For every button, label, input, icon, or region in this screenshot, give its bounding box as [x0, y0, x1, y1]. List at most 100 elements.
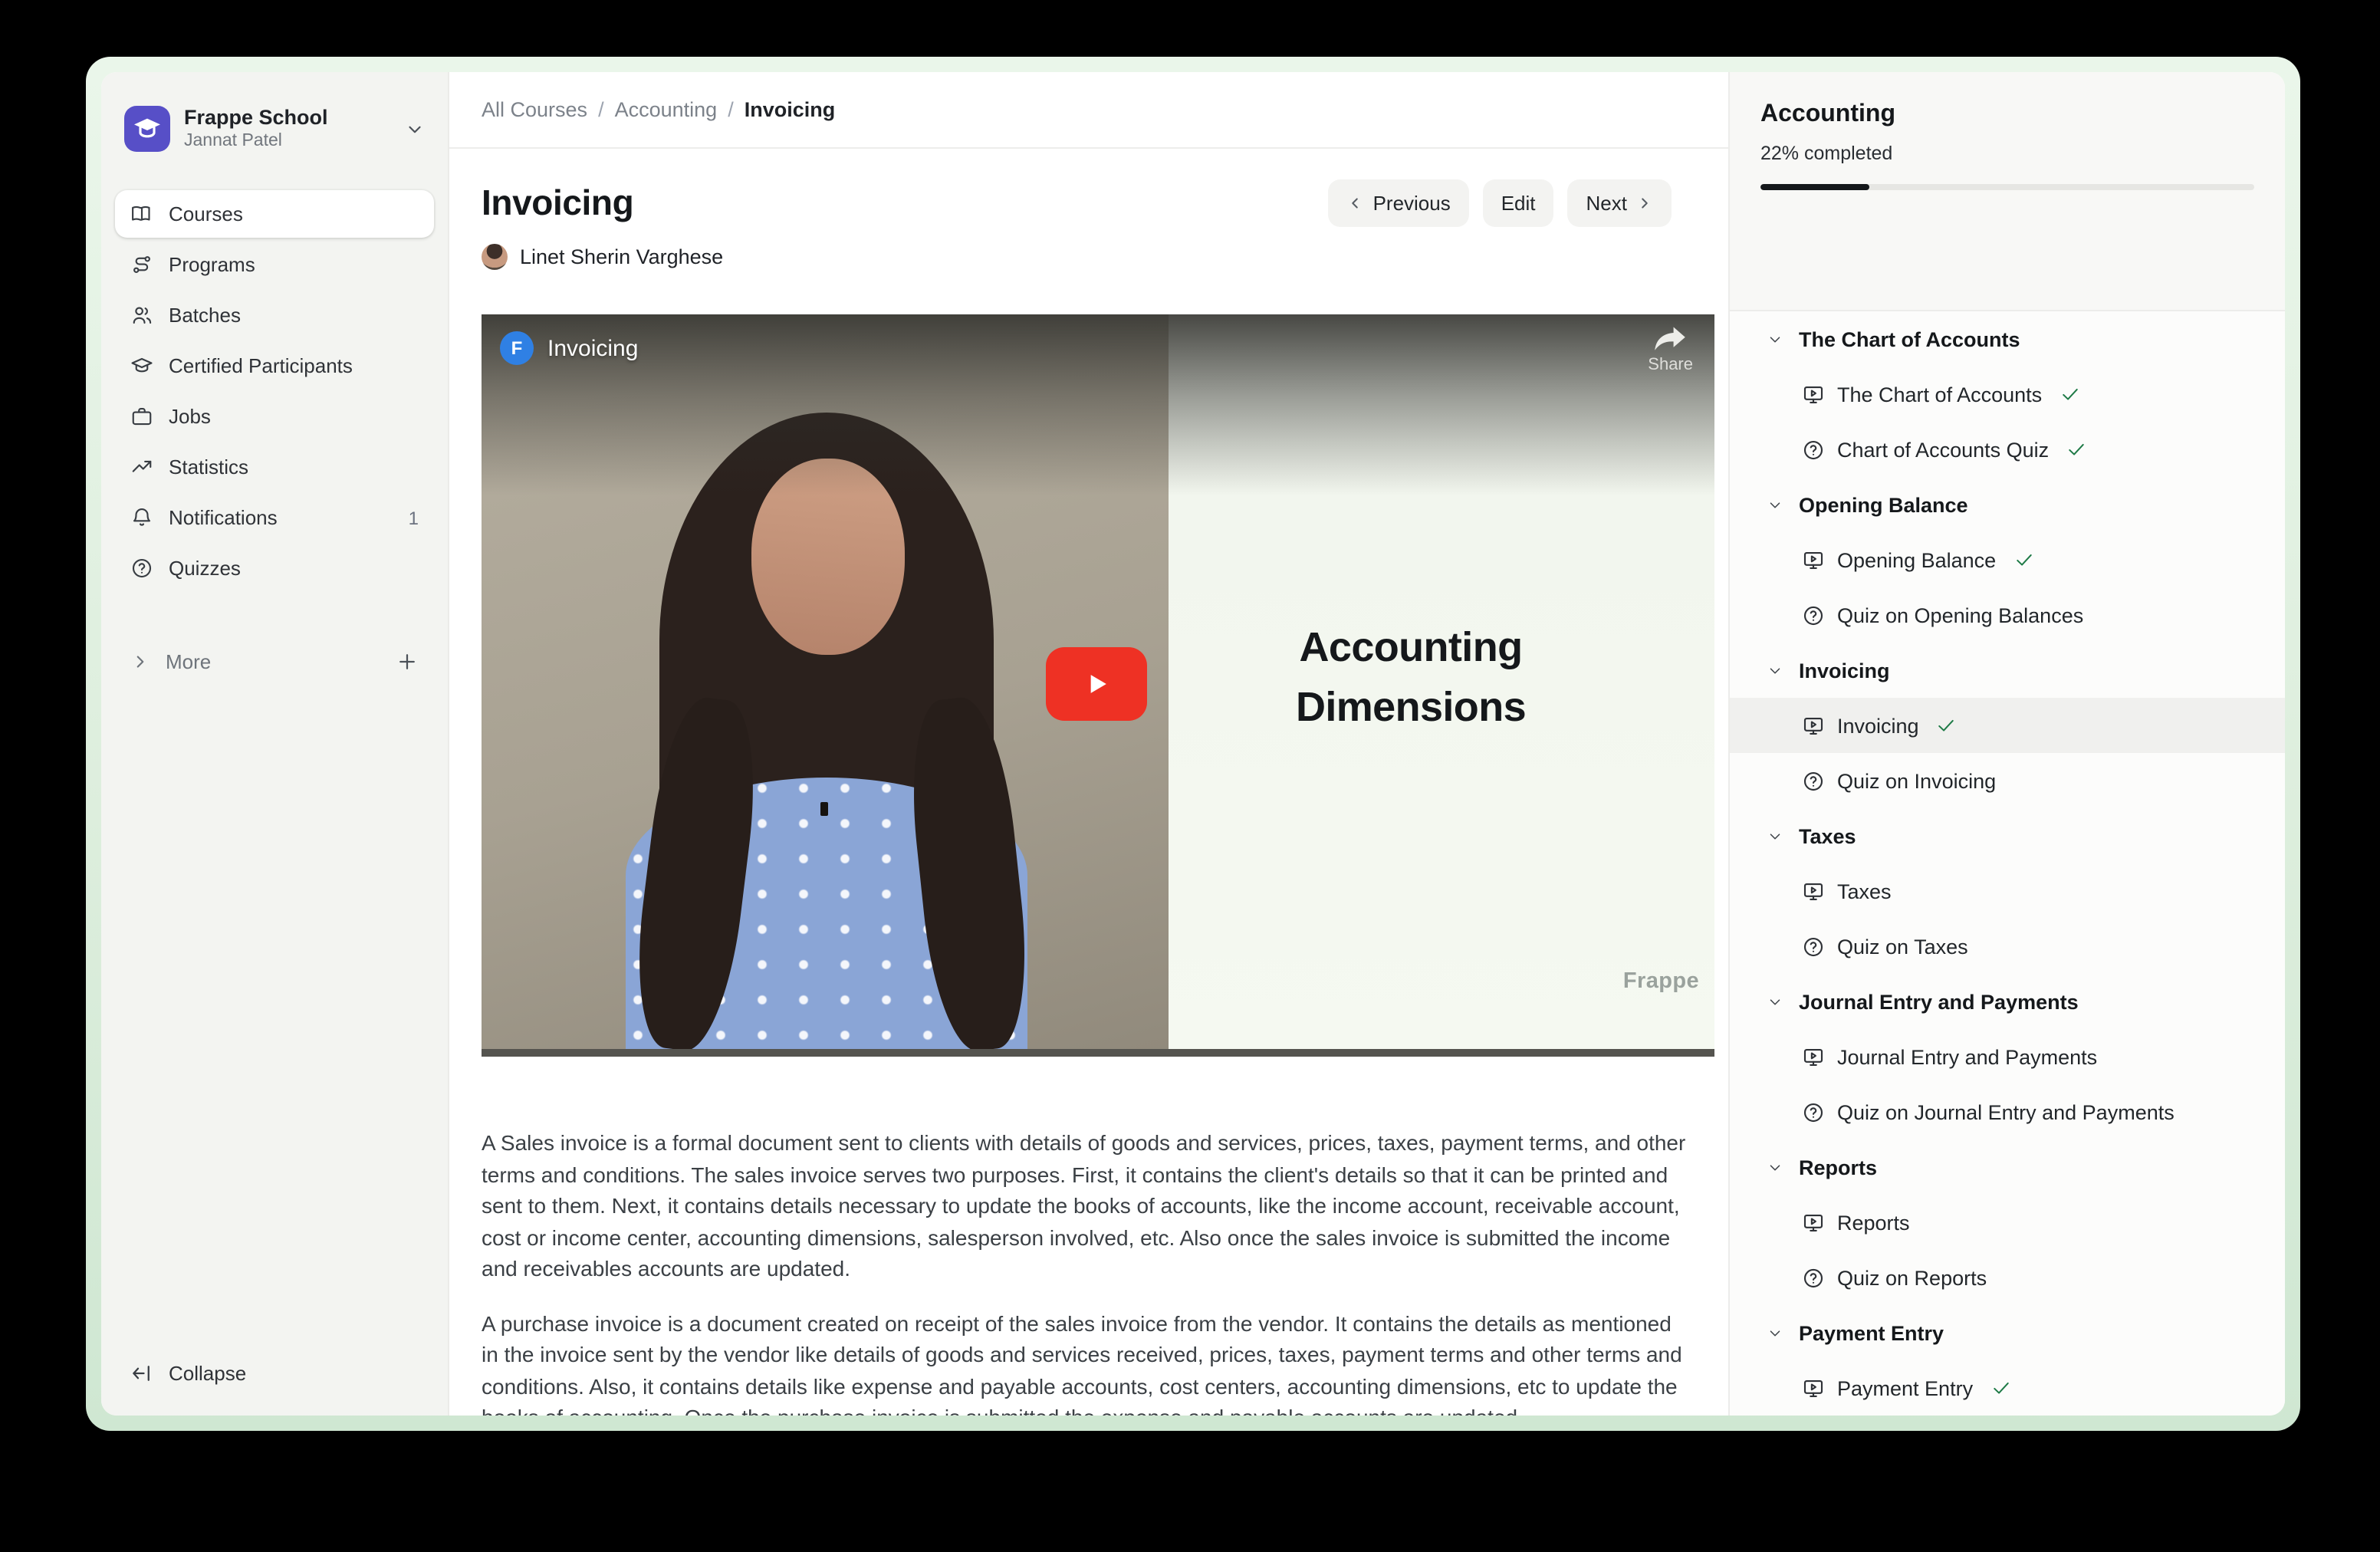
sidebar-item-label: Quizzes: [169, 557, 241, 580]
outline-section-invoicing[interactable]: Invoicing: [1730, 643, 2285, 698]
share-button[interactable]: Share: [1648, 327, 1693, 374]
sidebar-collapse-label: Collapse: [169, 1362, 246, 1385]
outline-lesson-label: Reports: [1837, 1211, 1910, 1234]
course-outline-panel: Accounting 22% completed The Chart of Ac…: [1728, 72, 2285, 1416]
route-icon: [130, 253, 153, 276]
video-lesson-icon: [1802, 548, 1825, 571]
video-slide: Accounting Dimensions Frappe: [1169, 314, 1714, 1049]
completed-check-icon: [2059, 383, 2080, 405]
sidebar-item-programs[interactable]: Programs: [115, 241, 434, 288]
sidebar-item-label: Jobs: [169, 405, 211, 428]
sidebar-item-label: Batches: [169, 304, 241, 327]
share-label: Share: [1648, 356, 1693, 374]
outline-lesson-chart-of-accounts-quiz[interactable]: Chart of Accounts Quiz: [1730, 422, 2285, 477]
breadcrumb-current: Invoicing: [745, 98, 836, 121]
outline-lesson-label: Quiz on Opening Balances: [1837, 603, 2083, 626]
outline-section-title: The Chart of Accounts: [1799, 327, 2020, 350]
sidebar-item-batches[interactable]: Batches: [115, 291, 434, 339]
quiz-icon: [1802, 603, 1825, 626]
chevron-right-icon: [1636, 195, 1653, 212]
outline-section-journal-entry-and-payments[interactable]: Journal Entry and Payments: [1730, 974, 2285, 1029]
outline-lesson-label: Taxes: [1837, 880, 1892, 903]
video-title[interactable]: Invoicing: [547, 335, 638, 361]
app-window: Frappe School Jannat Patel CoursesProgra…: [86, 57, 2300, 1431]
sidebar-item-notifications[interactable]: Notifications 1: [115, 494, 434, 541]
outline-lesson-label: Journal Entry and Payments: [1837, 1045, 2097, 1068]
chevron-down-icon: [405, 119, 425, 139]
next-button-label: Next: [1586, 192, 1627, 215]
outline-lesson-quiz-on-opening-balances[interactable]: Quiz on Opening Balances: [1730, 587, 2285, 643]
outline-section-reports[interactable]: Reports: [1730, 1139, 2285, 1195]
outline-lesson-label: The Chart of Accounts: [1837, 383, 2042, 406]
outline-lesson-quiz-on-invoicing[interactable]: Quiz on Invoicing: [1730, 753, 2285, 808]
frappe-school-app: Frappe School Jannat Patel CoursesProgra…: [101, 72, 2285, 1416]
chevron-down-icon: [1767, 662, 1783, 679]
outline-lesson-taxes[interactable]: Taxes: [1730, 863, 2285, 919]
chevron-right-icon: [130, 652, 150, 672]
trending-up-icon: [130, 455, 153, 478]
workspace-switcher[interactable]: Frappe School Jannat Patel: [115, 87, 434, 164]
play-button[interactable]: [1046, 647, 1147, 721]
next-button[interactable]: Next: [1568, 179, 1672, 227]
outline-lesson-invoicing[interactable]: Invoicing: [1730, 698, 2285, 753]
course-title: Accounting: [1760, 101, 2254, 129]
breadcrumb-separator: /: [728, 98, 734, 121]
channel-avatar[interactable]: F: [500, 331, 534, 365]
outline-section-title: Payment Entry: [1799, 1321, 1944, 1344]
outline-lesson-label: Quiz on Invoicing: [1837, 769, 1996, 792]
sidebar-item-certified-participants[interactable]: Certified Participants: [115, 342, 434, 390]
outline-section-payment-entry[interactable]: Payment Entry: [1730, 1305, 2285, 1360]
quiz-icon: [1802, 1100, 1825, 1123]
course-progress-label: 22% completed: [1760, 143, 2254, 164]
briefcase-icon: [130, 405, 153, 428]
sidebar-item-statistics[interactable]: Statistics: [115, 443, 434, 491]
outline-section-the-chart-of-accounts[interactable]: The Chart of Accounts: [1730, 311, 2285, 367]
outline-lesson-reports[interactable]: Reports: [1730, 1195, 2285, 1250]
outline-section-title: Taxes: [1799, 824, 1856, 847]
video-lesson-icon: [1802, 714, 1825, 737]
progress-bar-track: [1760, 184, 2254, 190]
outline-section-title: Reports: [1799, 1156, 1877, 1179]
outline-lesson-the-chart-of-accounts[interactable]: The Chart of Accounts: [1730, 367, 2285, 422]
outline-lesson-quiz-on-taxes[interactable]: Quiz on Taxes: [1730, 919, 2285, 974]
outline-lesson-quiz-on-journal-entry-and-payments[interactable]: Quiz on Journal Entry and Payments: [1730, 1084, 2285, 1139]
outline-lesson-quiz-on-reports[interactable]: Quiz on Reports: [1730, 1250, 2285, 1305]
bell-icon: [130, 506, 153, 529]
breadcrumb-link-accounting[interactable]: Accounting: [615, 98, 718, 121]
sidebar-collapse-button[interactable]: Collapse: [115, 1350, 434, 1397]
notification-count-badge: 1: [409, 507, 419, 528]
video-player[interactable]: Accounting Dimensions Frappe F Invoicing: [482, 314, 1714, 1057]
outline-section-taxes[interactable]: Taxes: [1730, 808, 2285, 863]
workspace-name: Frappe School: [184, 106, 391, 130]
author-avatar: [482, 244, 508, 270]
breadcrumb-link-all-courses[interactable]: All Courses: [482, 98, 587, 121]
sidebar-more[interactable]: More: [115, 638, 434, 686]
edit-button[interactable]: Edit: [1483, 179, 1554, 227]
outline-section-title: Invoicing: [1799, 659, 1890, 682]
lesson-paragraph: A purchase invoice is a document created…: [482, 1307, 1690, 1416]
previous-button[interactable]: Previous: [1329, 179, 1469, 227]
chevron-down-icon: [1767, 993, 1783, 1010]
outline-lesson-journal-entry-and-payments[interactable]: Journal Entry and Payments: [1730, 1029, 2285, 1084]
graduation-cap-icon: [130, 354, 153, 377]
workspace-user: Jannat Patel: [184, 131, 391, 151]
breadcrumb-separator: /: [598, 98, 604, 121]
outline-section-title: Journal Entry and Payments: [1799, 990, 2079, 1013]
sidebar-item-label: Certified Participants: [169, 354, 353, 377]
sidebar-item-courses[interactable]: Courses: [115, 190, 434, 238]
quiz-icon: [1802, 769, 1825, 792]
quiz-icon: [1802, 1266, 1825, 1289]
previous-button-label: Previous: [1373, 192, 1451, 215]
lesson-paragraph: A Sales invoice is a formal document sen…: [482, 1127, 1690, 1284]
plus-icon[interactable]: [396, 650, 419, 673]
book-open-icon: [130, 202, 153, 225]
sidebar-item-label: Notifications: [169, 506, 278, 529]
sidebar-item-jobs[interactable]: Jobs: [115, 393, 434, 440]
sidebar-item-quizzes[interactable]: Quizzes: [115, 544, 434, 592]
outline-section-opening-balance[interactable]: Opening Balance: [1730, 477, 2285, 532]
outline-lesson-payment-entry[interactable]: Payment Entry: [1730, 1360, 2285, 1416]
outline-lesson-label: Invoicing: [1837, 714, 1919, 737]
video-lesson-icon: [1802, 1376, 1825, 1399]
frappe-school-logo-icon: [124, 106, 170, 152]
outline-lesson-opening-balance[interactable]: Opening Balance: [1730, 532, 2285, 587]
